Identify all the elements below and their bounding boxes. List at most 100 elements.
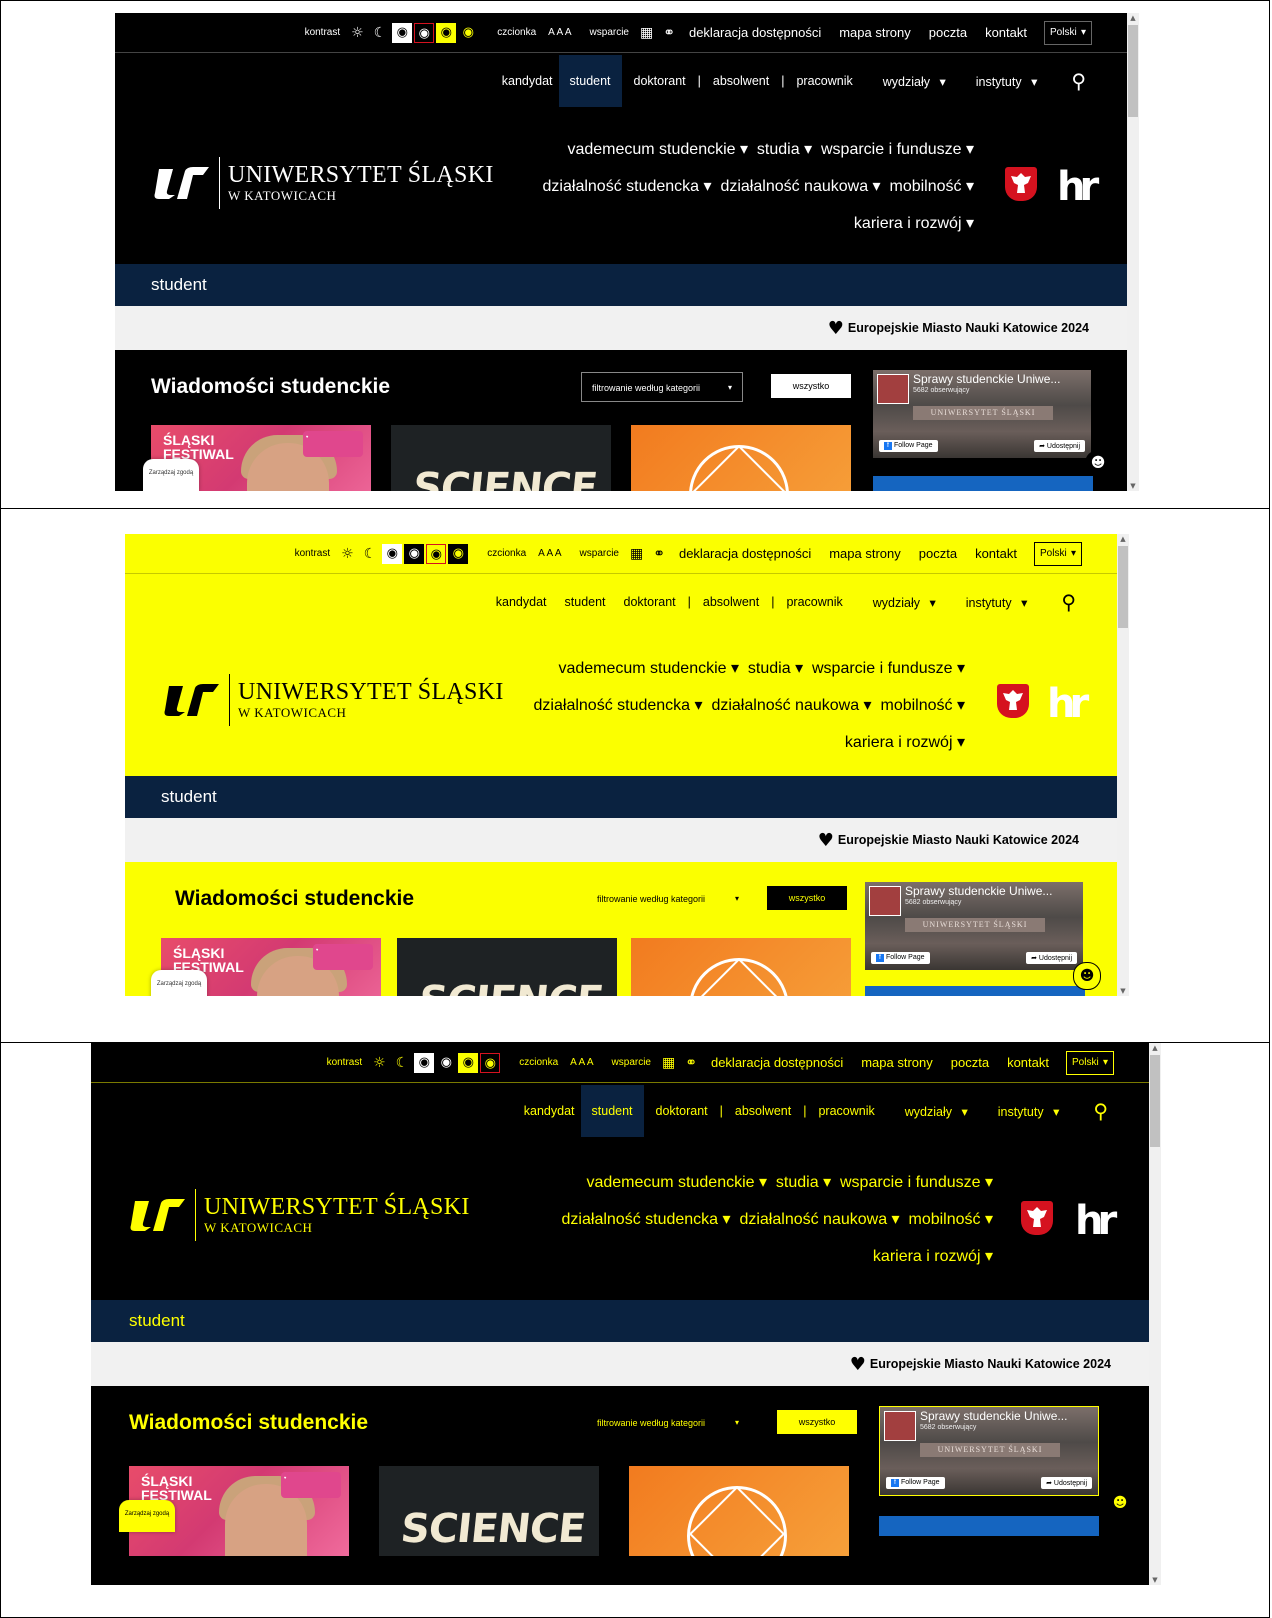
search-icon[interactable]: ⚲ bbox=[1061, 590, 1076, 614]
eye-icon[interactable]: ◉ bbox=[392, 22, 413, 43]
nav-kariera[interactable]: kariera i rozwój ▾ bbox=[854, 215, 974, 232]
blue-banner[interactable] bbox=[865, 986, 1085, 996]
search-icon[interactable]: ⚲ bbox=[1071, 69, 1086, 93]
scrollbar[interactable]: ▲ ▼ bbox=[1117, 534, 1129, 996]
facebook-page-name[interactable]: Sprawy studenckie Uniwe... bbox=[913, 372, 1060, 386]
eye-icon[interactable]: ◉ bbox=[480, 1052, 501, 1073]
news-card-network[interactable] bbox=[631, 425, 851, 491]
consent-button[interactable]: Zarządzaj zgodą bbox=[151, 970, 207, 996]
nav-pracownik[interactable]: pracownik bbox=[786, 595, 842, 609]
nav-student[interactable]: student bbox=[580, 1085, 644, 1137]
nav-mobilnosc[interactable]: mobilność ▾ bbox=[880, 697, 965, 714]
language-select[interactable]: Polski ▾ bbox=[1044, 20, 1092, 45]
eye-icon[interactable]: ◉ bbox=[426, 543, 447, 564]
scroll-thumb[interactable] bbox=[1118, 546, 1128, 628]
news-card-science[interactable]: SCIENCE bbox=[391, 425, 611, 491]
eye-icon[interactable]: ◉ bbox=[458, 1052, 479, 1073]
sitemap-link[interactable]: mapa strony bbox=[829, 546, 901, 561]
all-button[interactable]: wszystko bbox=[771, 374, 851, 398]
follow-page-button[interactable]: f Follow Page bbox=[886, 1477, 945, 1489]
scroll-down-icon[interactable]: ▼ bbox=[1117, 986, 1129, 996]
facebook-widget[interactable]: UNIWERSYTET ŚLĄSKI Sprawy studenckie Uni… bbox=[879, 1406, 1099, 1496]
nav-absolwent[interactable]: absolwent bbox=[735, 1104, 791, 1118]
contact-link[interactable]: kontakt bbox=[985, 25, 1027, 40]
moon-icon[interactable]: ☾ bbox=[396, 1055, 409, 1071]
link-icon[interactable]: ⚭ bbox=[663, 25, 675, 41]
scroll-down-icon[interactable]: ▼ bbox=[1149, 1575, 1161, 1585]
sitemap-link[interactable]: mapa strony bbox=[839, 25, 911, 40]
share-button[interactable]: ➦ Udostępnij bbox=[1026, 952, 1077, 964]
nav-wsparcie[interactable]: wsparcie i fundusze ▾ bbox=[812, 660, 965, 677]
sitemap-icon[interactable]: ▦ bbox=[630, 546, 643, 562]
contact-link[interactable]: kontakt bbox=[975, 546, 1017, 561]
nav-doktorant[interactable]: doktorant bbox=[656, 1104, 708, 1118]
scroll-thumb[interactable] bbox=[1128, 25, 1138, 117]
scrollbar[interactable]: ▲ ▼ bbox=[1127, 13, 1139, 491]
share-button[interactable]: ➦ Udostępnij bbox=[1041, 1477, 1092, 1489]
eye-icon[interactable]: ◉ bbox=[382, 543, 403, 564]
university-logo[interactable]: UNIWERSYTET ŚLĄSKI W KATOWICACH bbox=[129, 1189, 470, 1241]
all-button[interactable]: wszystko bbox=[767, 886, 847, 910]
nav-student[interactable]: student bbox=[558, 55, 622, 107]
language-select[interactable]: Polski ▾ bbox=[1066, 1050, 1114, 1075]
category-filter[interactable]: filtrowanie według kategorii ▾ bbox=[587, 1408, 749, 1438]
nav-mobilnosc[interactable]: mobilność ▾ bbox=[908, 1211, 993, 1228]
nav-instytuty[interactable]: instytuty ▾ bbox=[992, 1104, 1060, 1119]
nav-doktorant[interactable]: doktorant bbox=[634, 74, 686, 88]
eye-icon[interactable]: ◉ bbox=[414, 22, 435, 43]
all-button[interactable]: wszystko bbox=[777, 1410, 857, 1434]
sitemap-link[interactable]: mapa strony bbox=[861, 1055, 933, 1070]
share-button[interactable]: ➦ Udostępnij bbox=[1034, 440, 1085, 452]
nav-vademecum[interactable]: vademecum studenckie ▾ bbox=[567, 141, 748, 158]
facebook-widget[interactable]: UNIWERSYTET ŚLĄSKI Sprawy studenckie Uni… bbox=[865, 882, 1083, 970]
nav-kandydat[interactable]: kandydat bbox=[524, 1104, 575, 1118]
search-icon[interactable]: ⚲ bbox=[1093, 1099, 1108, 1123]
nav-vademecum[interactable]: vademecum studenckie ▾ bbox=[558, 660, 739, 677]
nav-dzialalnosc-studencka[interactable]: działalność studencka ▾ bbox=[562, 1211, 731, 1228]
news-card-science[interactable]: SCIENCE bbox=[397, 938, 617, 996]
sitemap-icon[interactable]: ▦ bbox=[662, 1055, 675, 1071]
bot-icon[interactable]: ☻ bbox=[1085, 450, 1111, 476]
scroll-up-icon[interactable]: ▲ bbox=[1149, 1043, 1161, 1053]
nav-wydzialy[interactable]: wydziały ▾ bbox=[867, 595, 936, 610]
category-filter[interactable]: filtrowanie według kategorii ▾ bbox=[587, 884, 749, 914]
nav-dzialalnosc-naukowa[interactable]: działalność naukowa ▾ bbox=[711, 697, 871, 714]
accessibility-link[interactable]: deklaracja dostępności bbox=[679, 546, 811, 561]
link-icon[interactable]: ⚭ bbox=[685, 1055, 697, 1071]
follow-page-button[interactable]: f Follow Page bbox=[871, 952, 930, 964]
facebook-page-name[interactable]: Sprawy studenckie Uniwe... bbox=[920, 1409, 1067, 1423]
scroll-up-icon[interactable]: ▲ bbox=[1127, 13, 1139, 23]
font-size-buttons[interactable]: A A A bbox=[548, 27, 571, 38]
eye-icon[interactable]: ◉ bbox=[414, 1052, 435, 1073]
facebook-page-name[interactable]: Sprawy studenckie Uniwe... bbox=[905, 884, 1052, 898]
eye-icon[interactable]: ◉ bbox=[436, 22, 457, 43]
hr-logo-icon[interactable]: hr bbox=[1057, 167, 1099, 207]
sitemap-icon[interactable]: ▦ bbox=[640, 25, 653, 41]
category-filter[interactable]: filtrowanie według kategorii ▾ bbox=[581, 372, 743, 402]
mail-link[interactable]: poczta bbox=[951, 1055, 989, 1070]
moon-icon[interactable]: ☾ bbox=[364, 546, 377, 562]
scroll-up-icon[interactable]: ▲ bbox=[1117, 534, 1129, 544]
nav-dzialalnosc-studencka[interactable]: działalność studencka ▾ bbox=[543, 178, 712, 195]
emn-banner[interactable]: ♥ Europejskie Miasto Nauki Katowice 2024 bbox=[91, 1342, 1149, 1386]
news-card-network[interactable] bbox=[631, 938, 851, 996]
nav-studia[interactable]: studia ▾ bbox=[748, 660, 803, 677]
consent-button[interactable]: Zarządzaj zgodą bbox=[119, 1500, 175, 1532]
hr-logo-icon[interactable]: hr bbox=[1075, 1201, 1117, 1241]
nav-dzialalnosc-naukowa[interactable]: działalność naukowa ▾ bbox=[720, 178, 880, 195]
nav-instytuty[interactable]: instytuty ▾ bbox=[970, 74, 1038, 89]
nav-instytuty[interactable]: instytuty ▾ bbox=[960, 595, 1028, 610]
nav-student[interactable]: student bbox=[565, 595, 606, 609]
nav-pracownik[interactable]: pracownik bbox=[818, 1104, 874, 1118]
nav-studia[interactable]: studia ▾ bbox=[776, 1174, 831, 1191]
emn-banner[interactable]: ♥ Europejskie Miasto Nauki Katowice 2024 bbox=[115, 306, 1127, 350]
blue-banner[interactable] bbox=[873, 476, 1093, 491]
mail-link[interactable]: poczta bbox=[929, 25, 967, 40]
bot-icon[interactable]: ☻ bbox=[1073, 962, 1101, 990]
scroll-thumb[interactable] bbox=[1150, 1055, 1160, 1147]
nav-kariera[interactable]: kariera i rozwój ▾ bbox=[873, 1248, 993, 1265]
facebook-widget[interactable]: UNIWERSYTET ŚLĄSKI Sprawy studenckie Uni… bbox=[873, 370, 1091, 458]
scroll-down-icon[interactable]: ▼ bbox=[1127, 481, 1139, 491]
moon-icon[interactable]: ☾ bbox=[374, 25, 387, 41]
news-card-network[interactable] bbox=[629, 1466, 849, 1556]
